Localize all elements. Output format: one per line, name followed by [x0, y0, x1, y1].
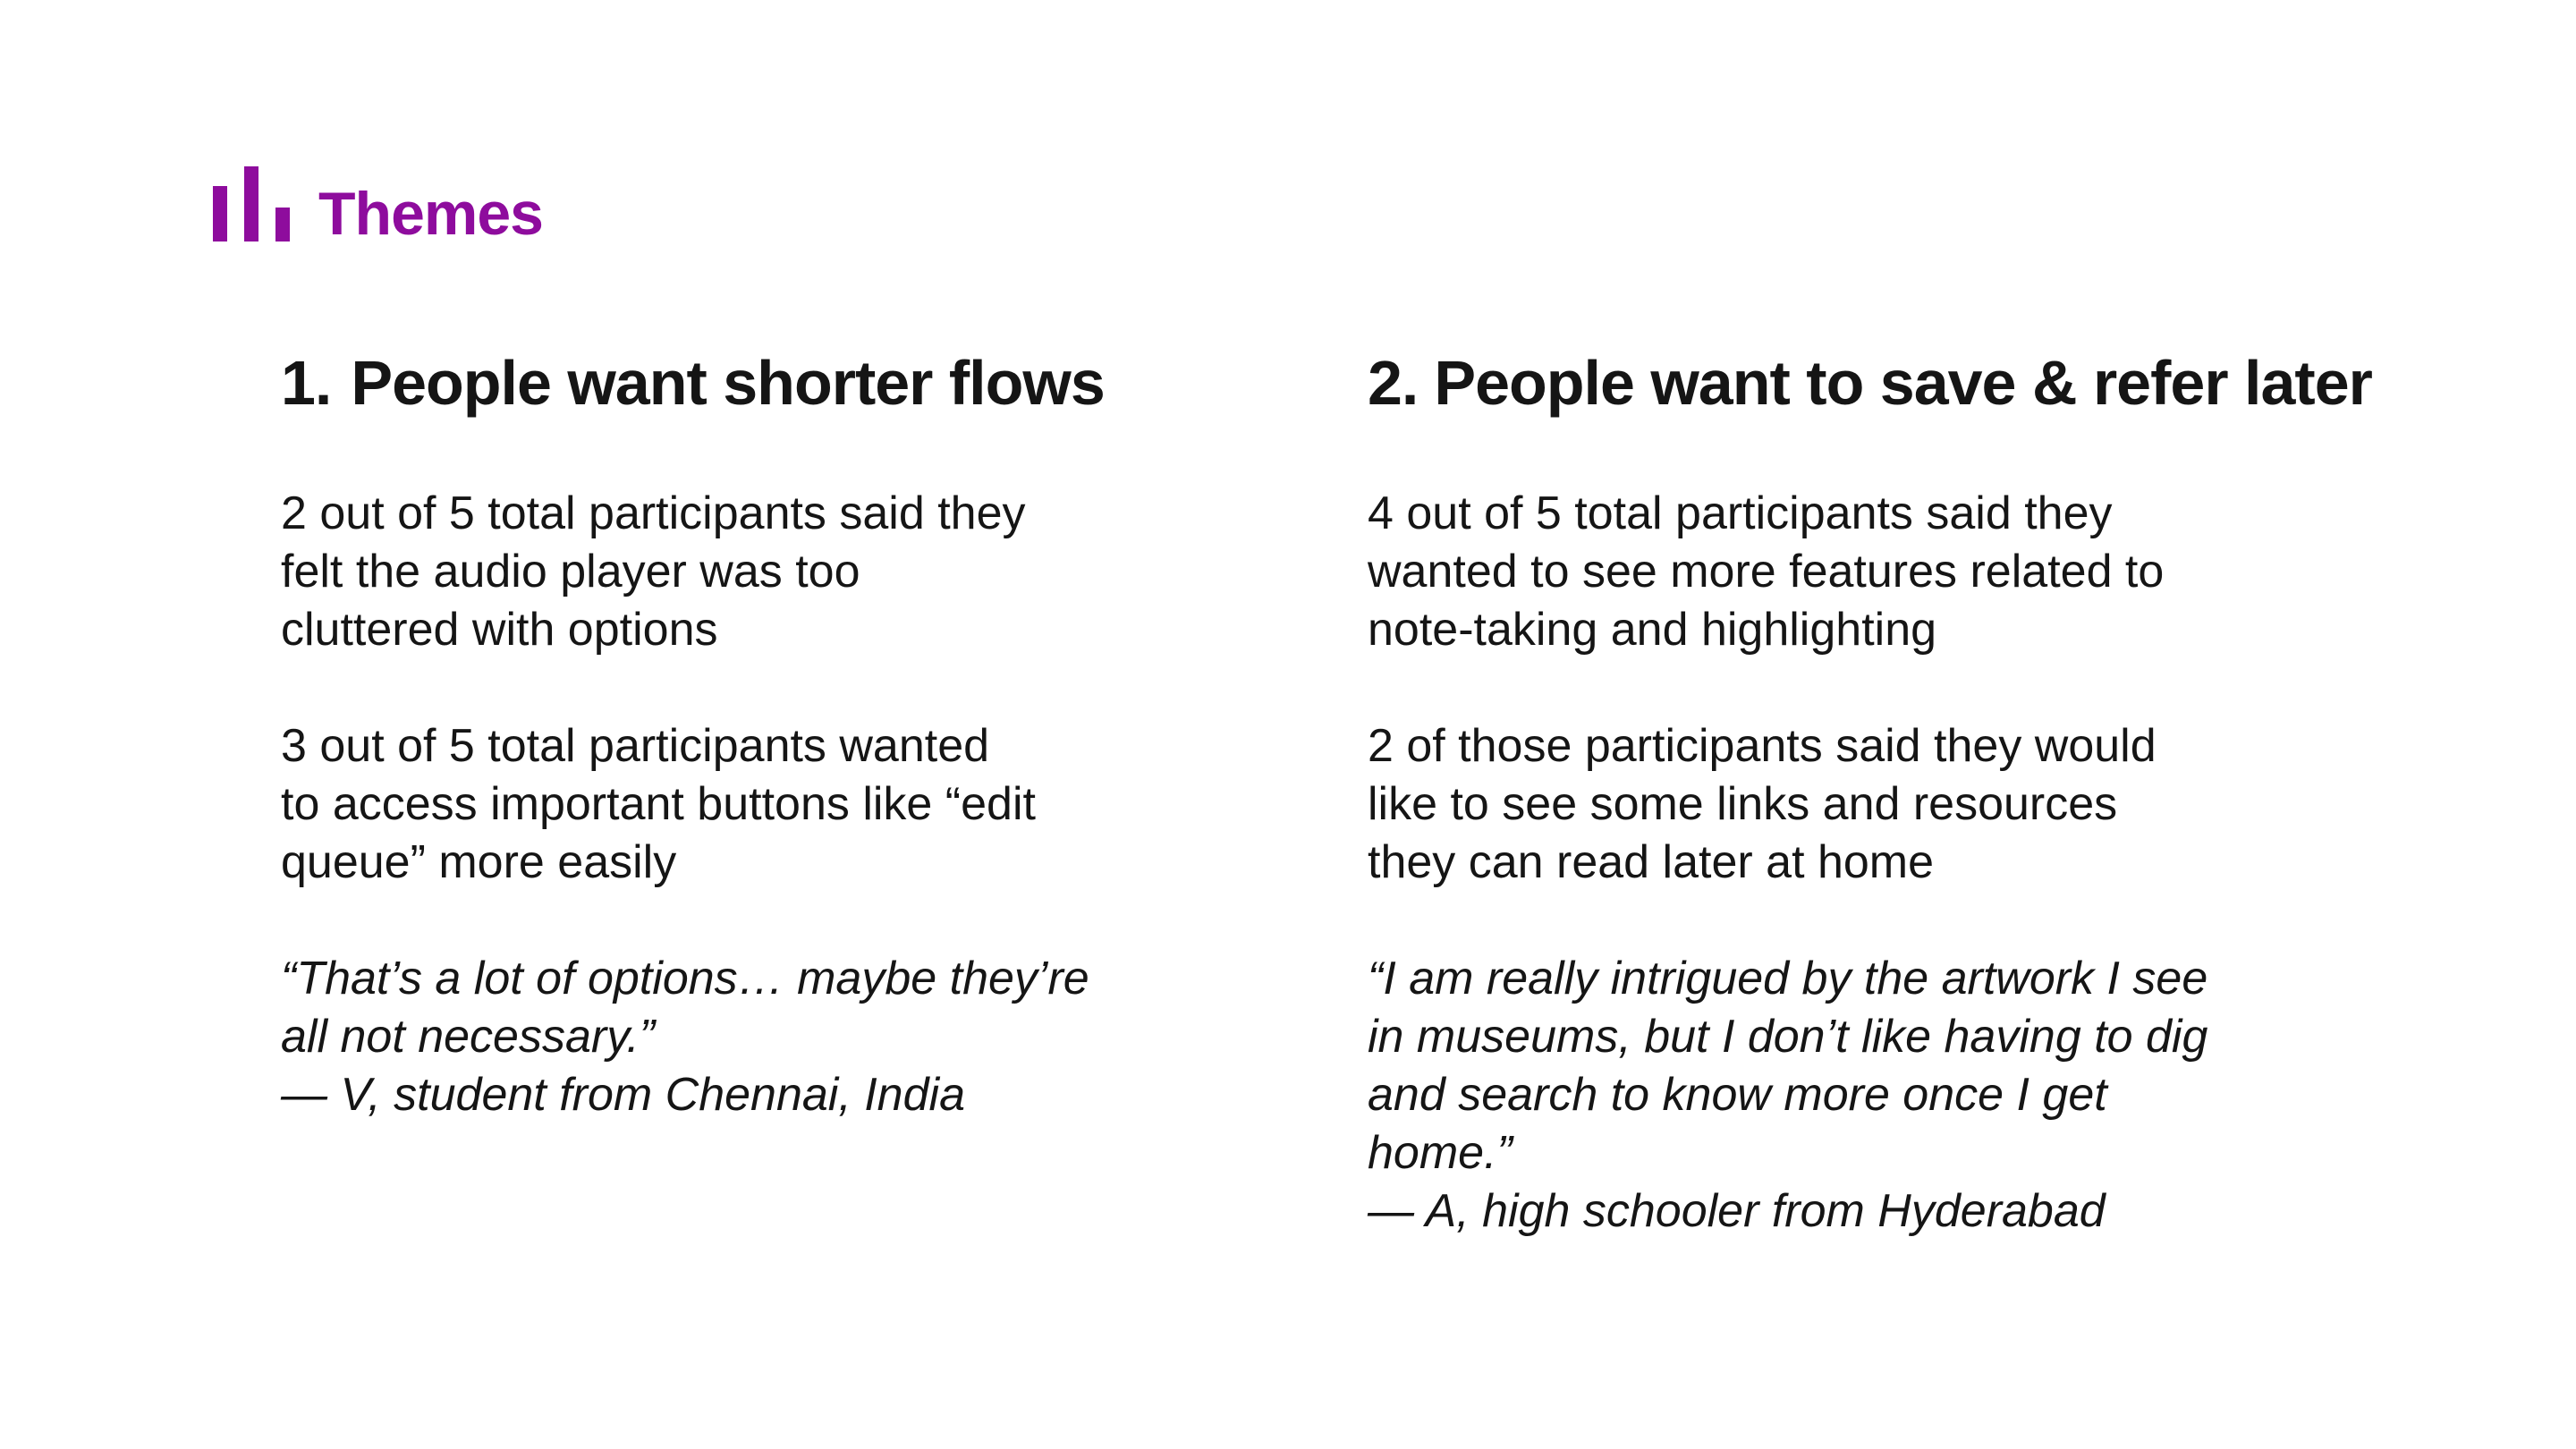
- finding-paragraph: 2 of those participants said they would …: [1368, 720, 2157, 888]
- quote-attribution: — V, student from Chennai, India: [281, 1069, 965, 1121]
- theme-heading: 2. People want to save & refer later: [1368, 347, 2441, 419]
- theme-number: 2.: [1368, 348, 1419, 418]
- bar-chart-icon-bar: [213, 186, 227, 242]
- theme-column-1: 1. People want shorter flows 2 out of 5 t…: [281, 347, 1354, 1124]
- quote-attribution: — A, high schooler from Hyderabad: [1368, 1185, 2106, 1237]
- theme-heading: 1. People want shorter flows: [281, 347, 1354, 419]
- slide-header: Themes: [213, 166, 544, 248]
- theme-column-2: 2. People want to save & refer later 4 ou…: [1368, 347, 2441, 1241]
- slide-title: Themes: [318, 180, 544, 248]
- bar-chart-icon-bar: [244, 166, 258, 242]
- bar-chart-icon-bar: [275, 208, 290, 242]
- participant-quote: “I am really intrigued by the artwork I …: [1368, 953, 2208, 1179]
- theme-number: 1.: [281, 348, 332, 418]
- participant-quote: “That’s a lot of options… maybe they’re …: [281, 953, 1089, 1063]
- finding-paragraph: 2 out of 5 total participants said they …: [281, 487, 1026, 656]
- finding-paragraph: 4 out of 5 total participants said they …: [1368, 487, 2165, 656]
- theme-heading-text: People want to save & refer later: [1434, 348, 2373, 418]
- theme-heading-text: People want shorter flows: [351, 348, 1105, 418]
- bar-chart-icon: [213, 166, 292, 242]
- finding-paragraph: 3 out of 5 total participants wanted to …: [281, 720, 1036, 888]
